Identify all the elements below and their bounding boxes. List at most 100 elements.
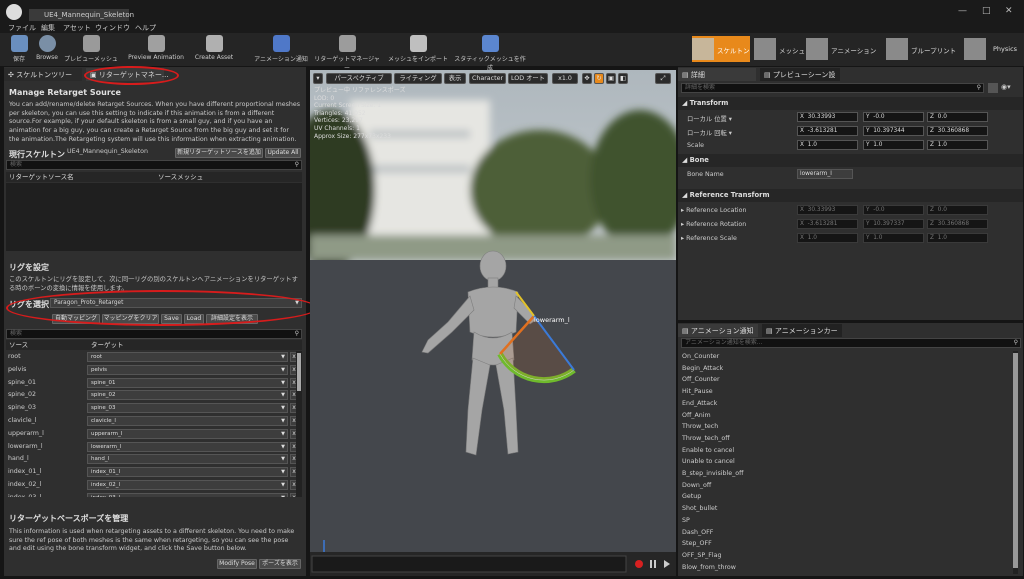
playback-speed-button[interactable]: x1.0 xyxy=(552,73,578,84)
anim-notify-item[interactable]: On_Counter xyxy=(682,353,719,360)
unreal-logo-icon[interactable] xyxy=(6,4,22,20)
location-z-field[interactable]: Z 0.0 xyxy=(927,112,988,122)
anim-notify-item[interactable]: Unable to cancel xyxy=(682,458,735,465)
menu-edit[interactable]: 編集 xyxy=(41,23,55,33)
retarget-source-list[interactable] xyxy=(6,183,302,251)
anim-notify-item[interactable]: OFF_SP_Flag xyxy=(682,552,722,559)
mapping-target-dropdown[interactable]: pelvis xyxy=(87,364,288,375)
anim-notify-item[interactable]: Off_Counter xyxy=(682,376,720,383)
bone-section[interactable]: ◢ Bone xyxy=(678,154,1023,167)
anim-notify-item[interactable]: Shot_bullet xyxy=(682,505,717,512)
anim-notify-item[interactable]: Throw_tech_off xyxy=(682,435,730,442)
mode-animation[interactable]: アニメーション xyxy=(806,36,884,62)
rotation-x-field[interactable]: X -3.613281 xyxy=(797,126,858,136)
anim-notify-scrollbar[interactable] xyxy=(1013,351,1018,574)
mode-skeleton[interactable]: スケルトン xyxy=(692,36,750,62)
tab-skeleton-tree[interactable]: ✣ スケルトンツリー xyxy=(4,68,82,81)
anim-notify-item[interactable]: Hit_Pause xyxy=(682,388,713,395)
maximize-viewport-icon[interactable]: ⤢ xyxy=(655,73,671,84)
save-button[interactable]: 保存 xyxy=(6,34,32,65)
mapping-target-dropdown[interactable]: index_03_l xyxy=(87,492,288,497)
mapping-target-dropdown[interactable]: upperarm_l xyxy=(87,428,288,439)
mapping-target-dropdown[interactable]: clavicle_l xyxy=(87,416,288,426)
minimize-icon[interactable]: — xyxy=(958,6,967,16)
scale-z-field[interactable]: Z 1.0 xyxy=(927,140,988,150)
view-pose-button[interactable]: ポーズを表示 xyxy=(259,559,301,569)
document-tab[interactable]: UE4_Mannequin_Skeleton xyxy=(29,9,134,21)
menu-asset[interactable]: アセット xyxy=(63,23,91,33)
import-mesh-button[interactable]: メッシュをインポート xyxy=(387,34,449,65)
anim-notify-item[interactable]: Down_off xyxy=(682,482,711,489)
mode-physics[interactable]: Physics xyxy=(964,36,1020,62)
show-button[interactable]: 表示 xyxy=(444,73,466,84)
anim-notify-button[interactable]: アニメーション通知 xyxy=(252,34,310,65)
anim-notify-item[interactable]: Off_Anim xyxy=(682,412,711,419)
scale-x-field[interactable]: X 1.0 xyxy=(797,140,858,150)
mapping-target-dropdown[interactable]: hand_l xyxy=(87,454,288,465)
grid-view-icon[interactable] xyxy=(988,83,998,93)
tab-details[interactable]: ▤ 詳細 xyxy=(678,68,756,81)
menu-help[interactable]: ヘルプ xyxy=(135,23,156,33)
mapping-target-dropdown[interactable]: index_02_l xyxy=(87,480,288,490)
transform-section[interactable]: ◢ Transform xyxy=(678,97,1023,110)
update-all-button[interactable]: Update All xyxy=(265,148,301,158)
move-tool-icon[interactable]: ✥ xyxy=(582,73,592,84)
anim-notify-item[interactable]: Dash_OFF xyxy=(682,529,713,536)
preview-mesh-button[interactable]: プレビューメッシュ xyxy=(62,34,120,65)
mapping-scrollbar[interactable] xyxy=(296,351,302,497)
modify-pose-button[interactable]: Modify Pose xyxy=(217,559,257,569)
retarget-source-search[interactable]: 検索 ⚲ xyxy=(6,160,302,170)
eye-icon[interactable]: ◉▾ xyxy=(1001,83,1021,93)
anim-notify-item[interactable]: SP xyxy=(682,517,690,524)
mapping-target-dropdown[interactable]: index_01_l xyxy=(87,467,288,478)
mapping-search[interactable]: 検索 ⚲ xyxy=(6,329,302,339)
tab-anim-notifies[interactable]: ▤ アニメーション通知 xyxy=(678,324,758,337)
close-icon[interactable]: ✕ xyxy=(1005,6,1013,16)
camera-icon[interactable]: ◧ xyxy=(618,73,628,84)
mapping-target-dropdown[interactable]: root xyxy=(87,352,288,362)
anim-notify-item[interactable]: Begin_Attack xyxy=(682,365,723,372)
menu-file[interactable]: ファイル xyxy=(8,23,36,33)
mapping-target-dropdown[interactable]: spine_01 xyxy=(87,377,288,388)
anim-notify-search[interactable]: アニメーション通知を検索... ⚲ xyxy=(681,338,1021,348)
anim-notify-scrollbar-thumb[interactable] xyxy=(1013,353,1018,568)
scale-y-field[interactable]: Y 1.0 xyxy=(863,140,924,150)
rotation-y-field[interactable]: Y 10.397344 xyxy=(863,126,924,136)
character-button[interactable]: Character xyxy=(469,73,506,84)
anim-notify-item[interactable]: End_Attack xyxy=(682,400,717,407)
anim-notify-item[interactable]: Enable to cancel xyxy=(682,447,734,454)
reference-transform-section[interactable]: ◢ Reference Transform xyxy=(678,189,1023,202)
details-search[interactable]: 詳細を検索 ⚲ xyxy=(681,83,984,93)
mapping-target-dropdown[interactable]: spine_02 xyxy=(87,390,288,401)
viewport[interactable]: ▾ パースペクティブ ライティング 表示 Character LOD オート x… xyxy=(310,70,676,576)
anim-notify-item[interactable]: Throw_tech xyxy=(682,423,718,430)
anim-notify-item[interactable]: B_step_invisible_off xyxy=(682,470,743,477)
create-asset-button[interactable]: Create Asset xyxy=(192,34,236,65)
location-x-field[interactable]: X 30.33993 xyxy=(797,112,858,122)
preview-animation-button[interactable]: Preview Animation xyxy=(125,34,187,65)
anim-notify-item[interactable]: Step_OFF xyxy=(682,540,712,547)
bone-name-field[interactable]: lowerarm_l xyxy=(797,169,853,179)
mapping-target-dropdown[interactable]: lowerarm_l xyxy=(87,441,288,452)
menu-window[interactable]: ウィンドウ xyxy=(95,23,130,33)
anim-notify-item[interactable]: Getup xyxy=(682,493,701,500)
tab-preview-scene[interactable]: ▤ プレビューシーン設 xyxy=(760,68,840,81)
anim-notify-item[interactable]: Blow_from_throw xyxy=(682,564,736,571)
lod-auto-button[interactable]: LOD オート xyxy=(508,73,548,84)
scale-tool-icon[interactable]: ▣ xyxy=(606,73,616,84)
rotation-z-field[interactable]: Z 30.360868 xyxy=(927,126,988,136)
static-mesh-button[interactable]: スタティックメッシュを作成 xyxy=(453,34,527,72)
perspective-button[interactable]: パースペクティブ xyxy=(326,73,392,84)
tab-anim-curves[interactable]: ▤ アニメーションカー xyxy=(762,324,842,337)
mode-blueprint[interactable]: ブループリント xyxy=(886,36,960,62)
viewport-options-button[interactable]: ▾ xyxy=(313,73,323,84)
mapping-scrollbar-thumb[interactable] xyxy=(297,353,301,391)
add-retarget-source-button[interactable]: 新規リターゲットソースを追加 xyxy=(175,148,263,158)
retarget-manager-button[interactable]: リターゲットマネージャー xyxy=(312,34,382,72)
browse-button[interactable]: Browse xyxy=(34,34,60,65)
rotate-tool-icon[interactable]: ↻ xyxy=(594,73,604,84)
location-y-field[interactable]: Y -0.0 xyxy=(863,112,924,122)
mapping-target-dropdown[interactable]: spine_03 xyxy=(87,403,288,414)
maximize-icon[interactable]: □ xyxy=(982,6,991,16)
mode-mesh[interactable]: メッシュ xyxy=(754,36,805,62)
